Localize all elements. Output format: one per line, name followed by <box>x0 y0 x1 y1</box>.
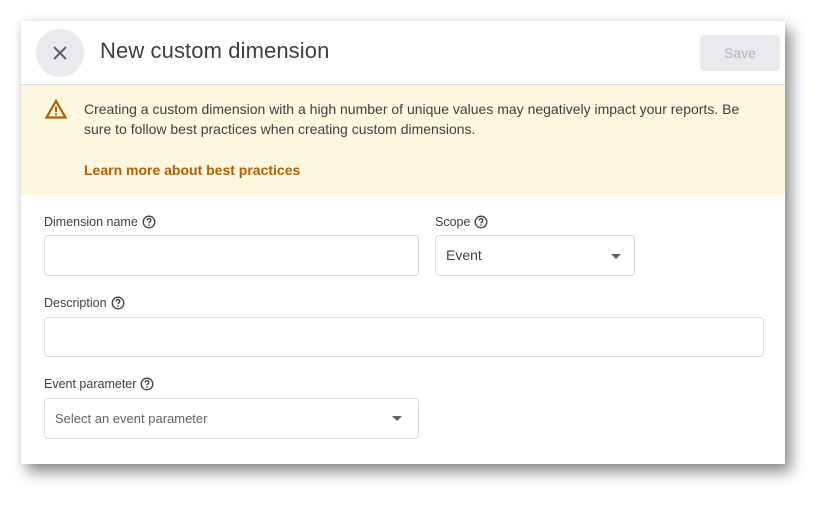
description-label-text: Description <box>44 296 107 310</box>
warning-message: Creating a custom dimension with a high … <box>84 101 740 137</box>
learn-more-link[interactable]: Learn more about best practices <box>84 162 300 178</box>
event-parameter-label-text: Event parameter <box>44 377 137 391</box>
help-icon[interactable] <box>140 377 154 391</box>
event-parameter-select[interactable]: Select an event parameter <box>44 398 419 439</box>
dimension-name-label: Dimension name <box>44 215 156 229</box>
scope-selected-value: Event <box>446 247 482 263</box>
dialog-title: New custom dimension <box>100 38 330 63</box>
description-label: Description <box>44 296 125 310</box>
custom-dimension-dialog: New custom dimension Save Creating a cus… <box>21 21 785 464</box>
scope-label: Scope <box>435 215 488 229</box>
scope-label-text: Scope <box>435 215 471 229</box>
dimension-name-field[interactable] <box>44 235 419 276</box>
dimension-name-input[interactable] <box>45 236 418 275</box>
scope-select[interactable]: Event <box>435 235 635 276</box>
help-icon[interactable] <box>474 215 488 229</box>
close-button[interactable] <box>36 29 84 77</box>
event-parameter-placeholder: Select an event parameter <box>55 411 208 426</box>
description-input[interactable] <box>45 318 763 356</box>
dropdown-arrow-icon <box>611 254 621 259</box>
dialog-header: New custom dimension Save <box>21 21 785 85</box>
dropdown-arrow-icon <box>392 416 402 421</box>
warning-icon <box>45 99 67 119</box>
dimension-name-label-text: Dimension name <box>44 215 138 229</box>
description-field[interactable] <box>44 317 764 357</box>
save-button[interactable]: Save <box>700 35 780 71</box>
close-icon <box>53 46 67 60</box>
event-parameter-label: Event parameter <box>44 377 154 391</box>
warning-banner: Creating a custom dimension with a high … <box>21 85 785 195</box>
help-icon[interactable] <box>111 296 125 310</box>
help-icon[interactable] <box>142 215 156 229</box>
